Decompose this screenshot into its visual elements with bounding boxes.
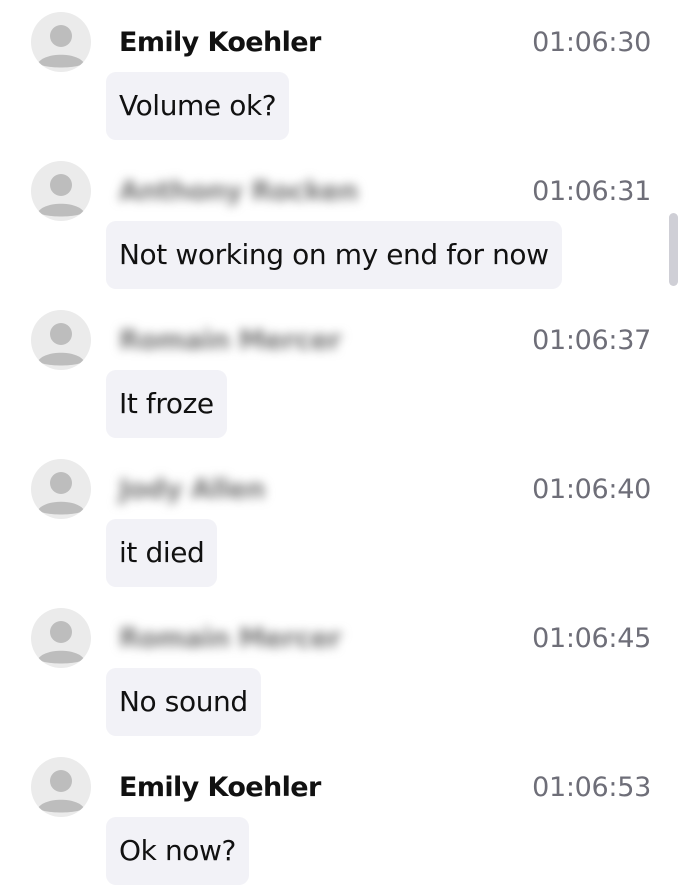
user-silhouette-icon [38,25,84,68]
message-bubble[interactable]: Volume ok? [106,72,290,140]
timestamp: 01:06:30 [532,27,651,58]
avatar[interactable] [31,161,91,221]
user-silhouette-icon [38,621,84,664]
message-bubble[interactable]: Not working on my end for now [106,221,562,289]
message-bubble[interactable]: It froze [106,370,227,438]
message-bubble[interactable]: it died [106,519,218,587]
sender-name[interactable]: Anthony Rocken [119,175,358,209]
timestamp: 01:06:40 [532,474,651,505]
user-silhouette-icon [38,472,84,515]
chat-message: Jody Allen 01:06:40 it died [0,447,682,595]
sender-name[interactable]: Jody Allen [119,473,265,507]
avatar[interactable] [31,12,91,72]
sender-name[interactable]: Emily Koehler [119,771,321,805]
message-bubble[interactable]: Ok now? [106,817,249,885]
chat-message: Romain Mercer 01:06:37 It froze [0,298,682,446]
scrollbar-thumb[interactable] [669,213,678,286]
avatar[interactable] [31,310,91,370]
chat-message: Romain Mercer 01:06:45 No sound [0,596,682,744]
user-silhouette-icon [38,770,84,813]
user-silhouette-icon [38,174,84,217]
avatar[interactable] [31,608,91,668]
timestamp: 01:06:45 [532,623,651,654]
chat-message: Anthony Rocken 01:06:31 Not working on m… [0,149,682,297]
timestamp: 01:06:37 [532,325,651,356]
user-silhouette-icon [38,323,84,366]
chat-message: Emily Koehler 01:06:53 Ok now? [0,745,682,893]
chat-message: Emily Koehler 01:06:30 Volume ok? [0,0,682,148]
avatar[interactable] [31,757,91,817]
sender-name[interactable]: Emily Koehler [119,26,321,60]
message-bubble[interactable]: No sound [106,668,261,736]
chat-message-list[interactable]: Emily Koehler 01:06:30 Volume ok? Anthon… [0,0,682,896]
avatar[interactable] [31,459,91,519]
timestamp: 01:06:31 [532,176,651,207]
timestamp: 01:06:53 [532,772,651,803]
sender-name[interactable]: Romain Mercer [119,622,342,656]
sender-name[interactable]: Romain Mercer [119,324,342,358]
